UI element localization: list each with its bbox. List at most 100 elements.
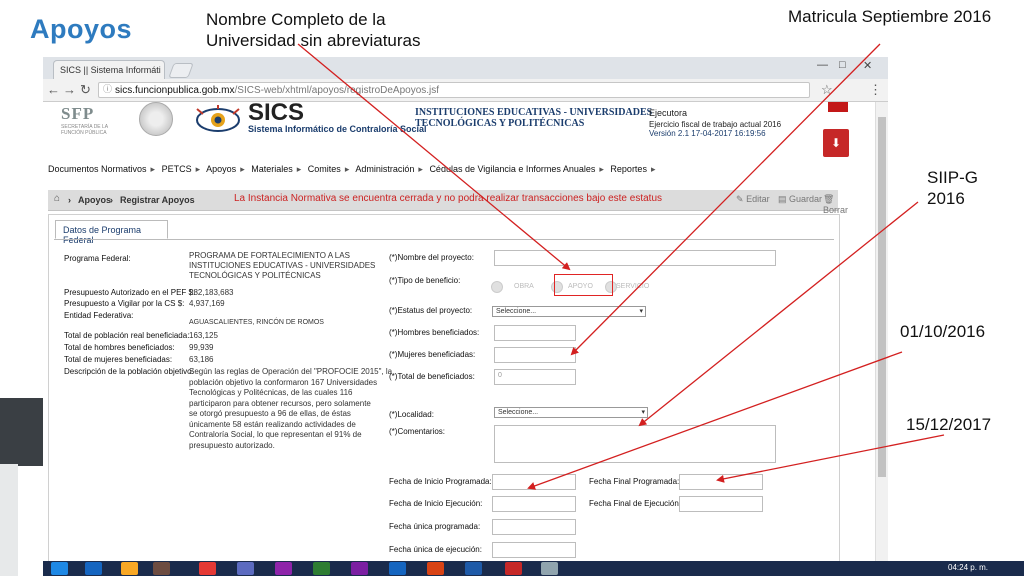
browser-toolbar: ← → ↻ sics.funcionpublica.gob.mx/SICS-we… bbox=[43, 79, 888, 102]
pdf-download-icon[interactable]: ⬇ bbox=[823, 129, 849, 157]
back-icon[interactable]: ← bbox=[47, 82, 60, 97]
nav-materiales[interactable]: Materiales bbox=[251, 164, 293, 174]
nav-petcs[interactable]: PETCS bbox=[162, 164, 192, 174]
nav-administracion[interactable]: Administración bbox=[355, 164, 414, 174]
form-panel: Datos de Programa Federal Programa Feder… bbox=[48, 214, 840, 576]
borrar-button[interactable]: 🗑 Borrar bbox=[823, 194, 848, 215]
onenote-icon[interactable] bbox=[351, 562, 368, 575]
desc-line: Contraloría Social, lo que representan e… bbox=[189, 430, 362, 439]
fecha-final-ejecucion-input[interactable] bbox=[679, 496, 763, 512]
home-icon[interactable]: ⌂ bbox=[54, 193, 60, 204]
left-accent-strip bbox=[0, 464, 18, 576]
hombres-total-value: 99,939 bbox=[189, 343, 214, 352]
fecha-unica-ejecucion-input[interactable] bbox=[492, 542, 576, 558]
fecha-inicio-programada-input[interactable] bbox=[492, 474, 576, 490]
slide-title: Apoyos bbox=[30, 14, 133, 44]
fecha-final-ejecucion-label: Fecha Final de Ejecución: bbox=[589, 499, 682, 508]
hombres-label: (*)Hombres beneficiados: bbox=[389, 328, 480, 337]
localidad-label: (*)Localidad: bbox=[389, 410, 434, 419]
minimize-icon[interactable]: — bbox=[817, 59, 828, 71]
chrome-icon[interactable] bbox=[199, 562, 216, 575]
breadcrumb-apoyos[interactable]: Apoyos bbox=[78, 195, 111, 205]
ie-icon[interactable] bbox=[85, 562, 102, 575]
programa-value: PROGRAMA DE FORTALECIMIENTO A LAS INSTIT… bbox=[189, 251, 375, 281]
word-icon[interactable] bbox=[465, 562, 482, 575]
fecha-inicio-programada-label: Fecha de Inicio Programada: bbox=[389, 477, 492, 486]
highlight-apoyo-box bbox=[554, 274, 613, 296]
mujeres-total-label: Total de mujeres beneficiadas: bbox=[64, 355, 173, 364]
poblacion-value: 163,125 bbox=[189, 331, 218, 340]
start-icon[interactable] bbox=[51, 562, 68, 575]
forward-icon[interactable]: → bbox=[63, 82, 76, 97]
fecha-final-programada-input[interactable] bbox=[679, 474, 763, 490]
folder-icon[interactable] bbox=[121, 562, 138, 575]
breadcrumb: ⌂ › Apoyos › Registrar Apoyos La Instanc… bbox=[48, 190, 848, 215]
total-beneficiados-input[interactable]: 0 bbox=[494, 369, 576, 385]
nombre-proyecto-input[interactable] bbox=[494, 250, 776, 266]
nav-apoyos[interactable]: Apoyos bbox=[206, 164, 236, 174]
desc-line: Según las reglas de Operación del "PROFO… bbox=[189, 367, 393, 376]
annotation-fecha-final: 15/12/2017 bbox=[906, 415, 992, 434]
desc-line: se otorgó presupuesto a 96 de ellas, de … bbox=[189, 409, 351, 418]
localidad-select[interactable]: Seleccione... bbox=[494, 407, 648, 418]
browser-menu-icon[interactable]: ⋮ bbox=[869, 82, 882, 98]
fecha-inicio-ejecucion-label: Fecha de Inicio Ejecución: bbox=[389, 499, 483, 508]
hombres-input[interactable] bbox=[494, 325, 576, 341]
tab-datos-programa[interactable]: Datos de Programa Federal bbox=[55, 220, 168, 245]
app-icon[interactable] bbox=[275, 562, 292, 575]
hp-icon[interactable] bbox=[237, 562, 254, 575]
estatus-select[interactable]: Seleccione... bbox=[492, 306, 646, 317]
nombre-proyecto-label: (*)Nombre del proyecto: bbox=[389, 253, 474, 262]
comentarios-textarea[interactable] bbox=[494, 425, 776, 463]
desc-line: Tecnológicas y Politécnicas, de las cual… bbox=[189, 388, 353, 397]
desc-line: presupuesto autorizado. bbox=[189, 440, 275, 450]
taskbar-clock[interactable]: 04:24 p. m. bbox=[948, 563, 988, 572]
excel-icon[interactable] bbox=[313, 562, 330, 575]
ribbon-icon bbox=[828, 102, 848, 112]
editar-label: Editar bbox=[746, 194, 770, 204]
info-icon[interactable]: ⓘ bbox=[103, 82, 112, 95]
address-bar[interactable]: sics.funcionpublica.gob.mx/SICS-web/xhtm… bbox=[98, 82, 810, 98]
fecha-final-programada-label: Fecha Final Programada: bbox=[589, 477, 680, 486]
fecha-unica-programada-input[interactable] bbox=[492, 519, 576, 535]
guardar-label: Guardar bbox=[789, 194, 823, 204]
browser-window: SICS || Sistema Informáti — □ ✕ ← → ↻ si… bbox=[43, 57, 888, 576]
nav-reportes[interactable]: Reportes bbox=[610, 164, 647, 174]
browser-tab[interactable]: SICS || Sistema Informáti bbox=[53, 60, 165, 79]
new-tab-button[interactable] bbox=[168, 63, 194, 78]
desc-line: participaron para obtener recursos, pero… bbox=[189, 398, 371, 408]
fecha-inicio-ejecucion-input[interactable] bbox=[492, 496, 576, 512]
url-host: sics.funcionpublica.gob.mx bbox=[115, 85, 235, 96]
tab-title: SICS || Sistema Informáti bbox=[60, 65, 161, 75]
annotation-matricula: Matricula Septiembre 2016 bbox=[788, 7, 992, 26]
media-icon[interactable] bbox=[153, 562, 170, 575]
page-scrollbar-thumb[interactable] bbox=[878, 117, 886, 477]
maximize-icon[interactable]: □ bbox=[839, 59, 846, 71]
guardar-button[interactable]: ▤ Guardar bbox=[778, 194, 822, 205]
radio-obra[interactable] bbox=[491, 281, 503, 293]
reload-icon[interactable]: ↻ bbox=[80, 82, 91, 98]
delete-icon: 🗑 bbox=[823, 194, 835, 204]
app3-icon[interactable] bbox=[541, 562, 558, 575]
nav-documentos[interactable]: Documentos Normativos bbox=[48, 164, 147, 174]
desc-line: población objetivo la conformaron 167 Un… bbox=[189, 377, 378, 387]
annotation-nombre: Nombre Completo de la Universidad sin ab… bbox=[206, 10, 421, 50]
outlook-icon[interactable] bbox=[389, 562, 406, 575]
comentarios-label: (*)Comentarios: bbox=[389, 427, 446, 436]
bookmark-star-icon[interactable]: ☆ bbox=[821, 82, 833, 98]
breadcrumb-sep-icon: › bbox=[68, 195, 71, 205]
nav-comites[interactable]: Comites bbox=[308, 164, 341, 174]
powerpoint-icon[interactable] bbox=[427, 562, 444, 575]
annotation-fecha-inicio: 01/10/2016 bbox=[900, 322, 986, 341]
mujeres-total-value: 63,186 bbox=[189, 355, 214, 364]
url-path: /SICS-web/xhtml/apoyos/registroDeApoyos.… bbox=[234, 85, 440, 96]
nav-cedulas[interactable]: Cédulas de Vigilancia e Informes Anuales bbox=[429, 164, 595, 174]
annotation-siip: SIIP-G 2016 bbox=[927, 168, 979, 208]
entidad-label: Entidad Federativa: bbox=[64, 311, 134, 320]
mujeres-label: (*)Mujeres beneficiadas: bbox=[389, 350, 476, 359]
app2-icon[interactable] bbox=[505, 562, 522, 575]
mujeres-input[interactable] bbox=[494, 347, 576, 363]
editar-button[interactable]: ✎ Editar bbox=[736, 194, 770, 205]
sfp-subtitle: SECRETARÍA DE LA FUNCIÓN PÚBLICA bbox=[61, 124, 108, 136]
close-icon[interactable]: ✕ bbox=[863, 59, 872, 72]
